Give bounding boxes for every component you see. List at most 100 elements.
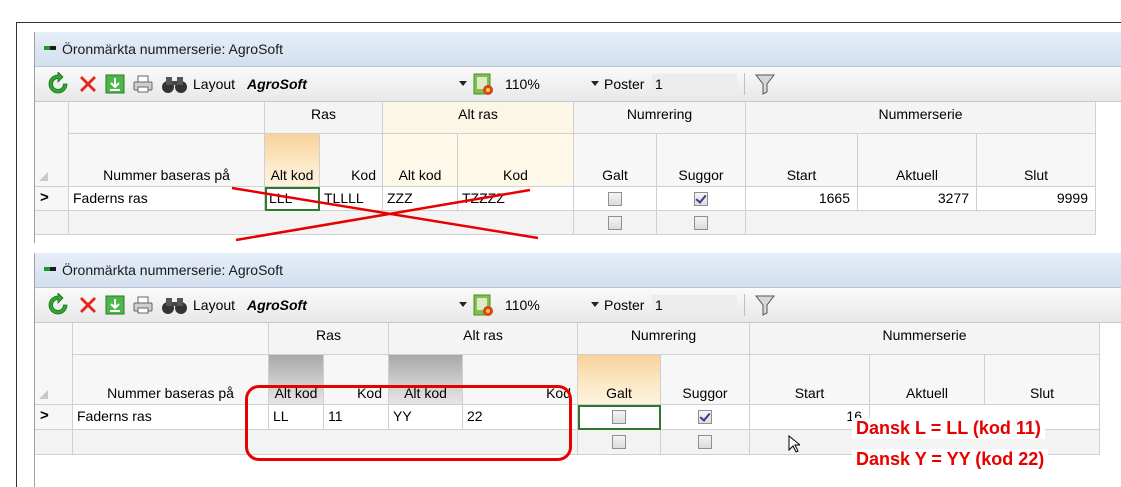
print-icon[interactable]: [131, 72, 155, 96]
toolbar: Layout AgroSoft 110% Poster 1: [35, 288, 1121, 323]
save-icon[interactable]: [103, 293, 127, 317]
red-highlight-box: [245, 385, 572, 461]
title-bar[interactable]: Öronmärkta nummerserie: AgroSoft: [35, 253, 1121, 288]
binoculars-icon[interactable]: [159, 293, 191, 317]
col-header-suggor[interactable]: Suggor: [661, 355, 750, 405]
group-header-alt-ras: Alt ras: [383, 102, 574, 134]
report-icon[interactable]: [469, 293, 497, 317]
poster-field[interactable]: [652, 74, 737, 94]
layout-dropdown-arrow-icon[interactable]: [459, 302, 467, 307]
col-header-slut[interactable]: Slut: [977, 134, 1096, 187]
title-bar[interactable]: Öronmärkta nummerserie: AgroSoft: [35, 32, 1121, 67]
cell-alt-kod[interactable]: TZZZZ: [458, 187, 574, 211]
filter-icon[interactable]: [753, 293, 777, 317]
zoom-value[interactable]: 110%: [505, 297, 540, 313]
cell-ras-alt-kod[interactable]: LLL: [265, 187, 320, 211]
print-icon[interactable]: [131, 293, 155, 317]
col-header-alt-alt-kod[interactable]: Alt kod: [383, 134, 458, 187]
col-header-aktuell[interactable]: Aktuell: [870, 355, 985, 405]
cell-suggor: [657, 187, 746, 211]
poster-field[interactable]: [652, 295, 737, 315]
cell-slut[interactable]: 9999: [977, 187, 1096, 211]
layout-dropdown-arrow-icon[interactable]: [459, 81, 467, 86]
poster-value: 1: [655, 76, 663, 92]
col-header-nummer-baseras[interactable]: Nummer baseras på: [69, 134, 265, 187]
new-row-indicator[interactable]: [35, 430, 73, 455]
layout-dropdown[interactable]: AgroSoft: [247, 297, 307, 313]
row-indicator[interactable]: >: [35, 405, 73, 430]
cell-suggor: [661, 405, 750, 430]
toolbar-separator: [744, 294, 745, 316]
cell-ras-kod[interactable]: TLLLL: [320, 187, 383, 211]
col-header-galt[interactable]: Galt: [574, 134, 657, 187]
filter-icon[interactable]: [753, 72, 777, 96]
report-icon[interactable]: [469, 72, 497, 96]
galt-checkbox[interactable]: [612, 410, 626, 424]
grid-corner[interactable]: [35, 323, 73, 405]
new-row-suggor: [657, 211, 746, 235]
col-header-galt[interactable]: Galt: [578, 355, 661, 405]
window-title: Öronmärkta nummerserie: AgroSoft: [62, 262, 283, 278]
col-header-slut[interactable]: Slut: [985, 355, 1100, 405]
cell-alt-alt-kod[interactable]: ZZZ: [383, 187, 458, 211]
galt-checkbox[interactable]: [608, 191, 622, 206]
refresh-icon[interactable]: [45, 293, 71, 317]
window-icon-part: [50, 46, 56, 50]
cell-galt: [574, 187, 657, 211]
refresh-icon[interactable]: [45, 72, 71, 96]
group-header-alt-ras: Alt ras: [389, 323, 578, 355]
grid-corner[interactable]: [35, 102, 69, 187]
annotation-note-2: Dansk Y = YY (kod 22): [852, 449, 1049, 470]
group-header-ras: Ras: [265, 102, 383, 134]
col-header-aktuell[interactable]: Aktuell: [858, 134, 977, 187]
new-row-cells[interactable]: [69, 211, 574, 235]
cell-aktuell[interactable]: 3277: [858, 187, 977, 211]
poster-value: 1: [655, 297, 663, 313]
select-all-icon: [39, 172, 48, 181]
suggor-checkbox[interactable]: [694, 191, 708, 206]
group-header-empty: [73, 323, 269, 355]
cell-galt: [578, 405, 661, 430]
new-row-nummerserie[interactable]: [746, 211, 1096, 235]
binoculars-icon[interactable]: [159, 72, 191, 96]
zoom-value[interactable]: 110%: [505, 76, 540, 92]
screenshot-frame-left: [16, 22, 17, 487]
delete-icon[interactable]: [75, 293, 101, 317]
new-row-galt: [578, 430, 661, 455]
delete-icon[interactable]: [75, 72, 101, 96]
cell-start[interactable]: 1665: [746, 187, 858, 211]
col-header-suggor[interactable]: Suggor: [657, 134, 746, 187]
window-icon-part: [50, 267, 56, 271]
group-header-empty: [69, 102, 265, 134]
mouse-cursor-icon: [788, 435, 800, 453]
new-row-galt-checkbox[interactable]: [608, 215, 622, 230]
zoom-dropdown-arrow-icon[interactable]: [591, 302, 599, 307]
layout-label: Layout: [193, 76, 236, 92]
new-row-suggor-checkbox[interactable]: [698, 435, 712, 449]
suggor-checkbox[interactable]: [698, 410, 712, 424]
row-indicator[interactable]: >: [35, 187, 69, 211]
layout-dropdown[interactable]: AgroSoft: [247, 76, 307, 92]
col-header-ras-alt-kod[interactable]: Alt kod: [265, 134, 320, 187]
col-header-alt-kod[interactable]: Kod: [458, 134, 574, 187]
data-grid: Ras Alt ras Numrering Nummerserie Nummer…: [35, 102, 1121, 243]
col-header-start[interactable]: Start: [746, 134, 858, 187]
save-icon[interactable]: [103, 72, 127, 96]
cell-nummer-baseras[interactable]: Faderns ras: [73, 405, 269, 430]
group-header-ras: Ras: [269, 323, 389, 355]
new-row-galt-checkbox[interactable]: [612, 435, 626, 449]
col-header-ras-kod[interactable]: Kod: [320, 134, 383, 187]
cell-nummer-baseras[interactable]: Faderns ras: [69, 187, 265, 211]
zoom-dropdown-arrow-icon[interactable]: [591, 81, 599, 86]
poster-label: Poster: [604, 76, 645, 92]
new-row-galt: [574, 211, 657, 235]
layout-label: Layout: [193, 297, 236, 313]
group-header-nummerserie: Nummerserie: [750, 323, 1100, 355]
new-row-indicator[interactable]: [35, 211, 69, 235]
new-row-suggor-checkbox[interactable]: [694, 215, 708, 230]
window-1: Öronmärkta nummerserie: AgroSoft Layout …: [34, 32, 1121, 243]
col-header-start[interactable]: Start: [750, 355, 870, 405]
new-row-suggor: [661, 430, 750, 455]
select-all-icon: [39, 390, 48, 399]
col-header-nummer-baseras[interactable]: Nummer baseras på: [73, 355, 269, 405]
